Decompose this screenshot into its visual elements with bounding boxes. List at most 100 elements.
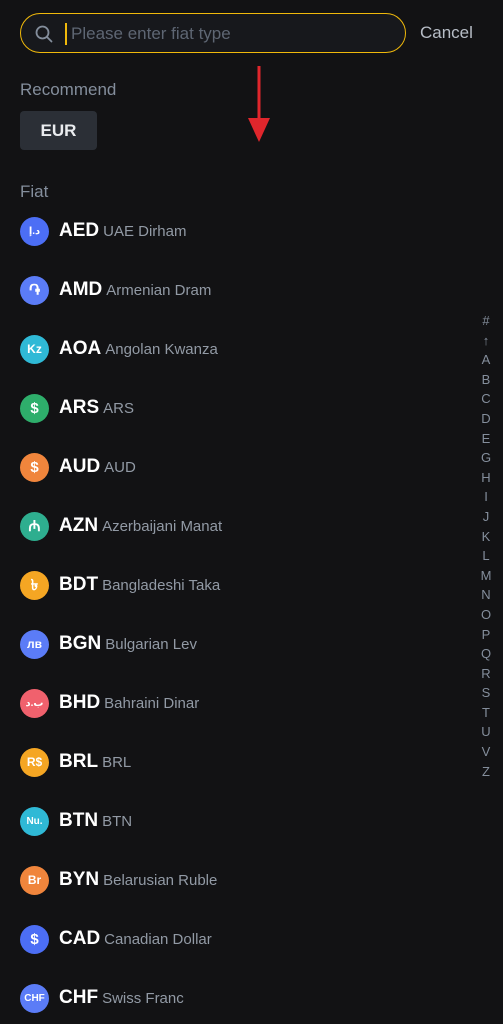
alphabet-index-letter[interactable]: T (478, 703, 494, 723)
recommend-label: Recommend (20, 80, 117, 99)
fiat-name: Azerbaijani Manat (102, 518, 223, 535)
fiat-name: ARS (103, 400, 134, 417)
alphabet-index-letter[interactable]: O (478, 605, 494, 625)
fiat-item-chf[interactable]: CHF CHF Swiss Franc (20, 979, 460, 1019)
recommend-chip-eur[interactable]: EUR (20, 111, 97, 150)
fiat-text: BGN Bulgarian Lev (59, 633, 197, 655)
alphabet-index-letter[interactable]: K (478, 527, 494, 547)
fiat-name: Belarusian Ruble (103, 872, 218, 889)
fiat-code: CHF (59, 987, 99, 1008)
fiat-text: AMD Armenian Dram (59, 279, 211, 301)
fiat-code: BDT (59, 574, 99, 595)
fiat-name: BTN (102, 813, 133, 830)
alphabet-index-letter[interactable]: J (478, 507, 494, 527)
fiat-code: BTN (59, 810, 99, 831)
currency-icon: $ (20, 394, 49, 423)
cancel-button[interactable]: Cancel (420, 23, 473, 43)
fiat-name: Armenian Dram (106, 282, 212, 299)
alphabet-index-letter[interactable]: Z (478, 762, 494, 782)
search-row: Cancel (20, 13, 483, 55)
fiat-name: Canadian Dollar (104, 931, 212, 948)
fiat-name: Bangladeshi Taka (102, 577, 221, 594)
fiat-name: Bulgarian Lev (105, 636, 197, 653)
fiat-item-aed[interactable]: د.إ AED UAE Dirham (20, 212, 460, 252)
red-arrow-annotation (248, 66, 270, 142)
alphabet-index-letter[interactable]: E (478, 429, 494, 449)
fiat-text: CAD Canadian Dollar (59, 928, 212, 950)
alphabet-index-letter[interactable]: G (478, 448, 494, 468)
currency-icon: ৳ (20, 571, 49, 600)
fiat-code: BHD (59, 692, 101, 713)
fiat-item-azn[interactable]: ₼ AZN Azerbaijani Manat (20, 507, 460, 547)
alphabet-index-letter[interactable]: D (478, 409, 494, 429)
currency-icon: Kz (20, 335, 49, 364)
fiat-text: AED UAE Dirham (59, 220, 186, 242)
fiat-code: AZN (59, 515, 99, 536)
fiat-name: Bahraini Dinar (104, 695, 200, 712)
fiat-item-aud[interactable]: $ AUD AUD (20, 448, 460, 488)
alphabet-index-letter[interactable]: H (478, 468, 494, 488)
fiat-text: BRL BRL (59, 751, 131, 773)
alphabet-index-letter[interactable]: R (478, 664, 494, 684)
alphabet-index[interactable]: # ↑ A B C D E G H I J K L M N O P Q R S T U V Z (478, 311, 494, 781)
currency-icon: ₼ (20, 512, 49, 541)
alphabet-index-letter[interactable]: P (478, 625, 494, 645)
alphabet-index-letter[interactable]: L (478, 546, 494, 566)
fiat-text: AUD AUD (59, 456, 136, 478)
fiat-item-brl[interactable]: R$ BRL BRL (20, 743, 460, 783)
alphabet-index-letter[interactable]: B (478, 370, 494, 390)
fiat-item-ars[interactable]: $ ARS ARS (20, 389, 460, 429)
search-box[interactable] (20, 13, 406, 53)
fiat-code: CAD (59, 928, 101, 949)
text-cursor (65, 23, 67, 45)
fiat-label: Fiat (20, 182, 49, 201)
currency-icon: ب.د (20, 689, 49, 718)
fiat-item-aoa[interactable]: Kz AOA Angolan Kwanza (20, 330, 460, 370)
fiat-item-bhd[interactable]: ب.د BHD Bahraini Dinar (20, 684, 460, 724)
fiat-select-page: Cancel Recommend EUR Fiat د.إAEDUAE Dirh… (0, 0, 503, 1024)
fiat-code: AOA (59, 338, 102, 359)
fiat-text: CHF Swiss Franc (59, 987, 184, 1009)
alphabet-index-letter[interactable]: Q (478, 644, 494, 664)
fiat-text: BYN Belarusian Ruble (59, 869, 217, 891)
currency-icon: CHF (20, 984, 49, 1013)
fiat-text: BHD Bahraini Dinar (59, 692, 199, 714)
fiat-text: AOA Angolan Kwanza (59, 338, 218, 360)
alphabet-index-letter[interactable]: # (478, 311, 494, 331)
fiat-code: BYN (59, 869, 100, 890)
fiat-item-bgn[interactable]: лв BGN Bulgarian Lev (20, 625, 460, 665)
fiat-text: BTN BTN (59, 810, 132, 832)
search-input[interactable] (69, 18, 393, 50)
currency-icon: ֏ (20, 276, 49, 305)
currency-icon: Br (20, 866, 49, 895)
alphabet-index-letter[interactable]: U (478, 722, 494, 742)
fiat-text: BDT Bangladeshi Taka (59, 574, 220, 596)
search-icon (35, 25, 53, 43)
fiat-item-byn[interactable]: Br BYN Belarusian Ruble (20, 861, 460, 901)
alphabet-index-letter[interactable]: V (478, 742, 494, 762)
fiat-text: AZN Azerbaijani Manat (59, 515, 222, 537)
fiat-item-amd[interactable]: ֏ AMD Armenian Dram (20, 271, 460, 311)
alphabet-index-letter[interactable]: C (478, 389, 494, 409)
fiat-code: AUD (59, 456, 101, 477)
fiat-code: AMD (59, 279, 103, 300)
fiat-name: Swiss Franc (102, 990, 184, 1007)
fiat-name: UAE Dirham (103, 223, 187, 240)
currency-icon: $ (20, 453, 49, 482)
fiat-code: ARS (59, 397, 100, 418)
fiat-item-btn[interactable]: Nu. BTN BTN (20, 802, 460, 842)
fiat-code: BRL (59, 751, 99, 772)
alphabet-index-letter[interactable]: I (478, 487, 494, 507)
currency-icon: Nu. (20, 807, 49, 836)
alphabet-index-letter[interactable]: S (478, 683, 494, 703)
alphabet-index-letter[interactable]: M (478, 566, 494, 586)
currency-icon: R$ (20, 748, 49, 777)
alphabet-index-letter[interactable]: A (478, 350, 494, 370)
fiat-name: AUD (104, 459, 136, 476)
currency-icon: лв (20, 630, 49, 659)
alphabet-index-letter[interactable]: N (478, 585, 494, 605)
fiat-item-bdt[interactable]: ৳ BDT Bangladeshi Taka (20, 566, 460, 606)
currency-icon: $ (20, 925, 49, 954)
alphabet-index-letter[interactable]: ↑ (478, 331, 494, 351)
fiat-item-cad[interactable]: $ CAD Canadian Dollar (20, 920, 460, 960)
